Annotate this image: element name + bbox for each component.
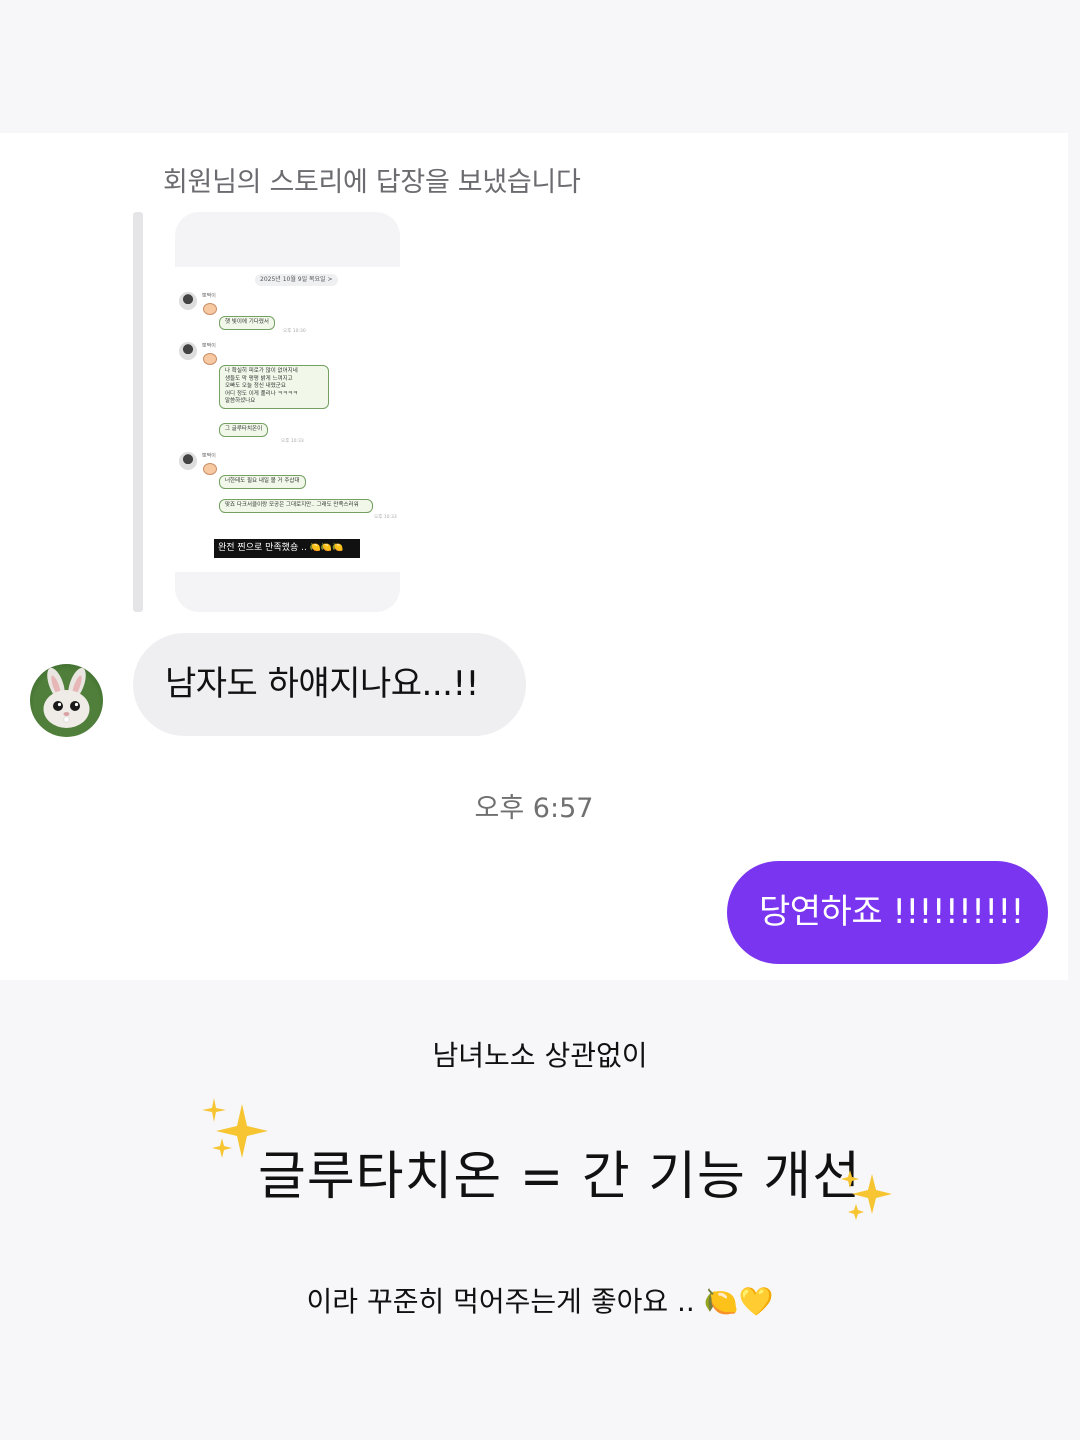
caption-line-1: 남녀노소 상관없이 <box>432 1039 648 1072</box>
quote-bar <box>133 212 143 612</box>
story-preview-card[interactable]: 2025년 10월 9일 목요일 > 뽀짝이 햇 빛이에 기다렸서 오후 10:… <box>175 212 400 612</box>
mini-time: 오후 10:33 <box>281 439 304 444</box>
story-date-chip: 2025년 10월 9일 목요일 > <box>255 274 338 286</box>
rabbit-avatar-icon[interactable] <box>30 664 103 737</box>
caption-line-3: 이라 꾸준히 먹어주는게 좋아요 .. 🍋💛 <box>306 1285 774 1318</box>
top-band <box>0 0 1080 133</box>
mini-sender-name: 뽀짝이 <box>202 293 216 299</box>
mini-sender-name: 뽀짝이 <box>202 453 216 459</box>
message-timestamp: 오후 6:57 <box>474 793 594 824</box>
mini-message: 나 확실히 피로가 많이 없어지네 생들도 막 펑펑 밝게 느껴지고 오빠도 오… <box>219 365 329 409</box>
chat-thread <box>0 133 1068 980</box>
mini-avatar <box>179 292 197 310</box>
mini-sender-name: 뽀짝이 <box>202 343 216 349</box>
sparkles-icon <box>841 1170 892 1220</box>
mini-time: 오후 10:33 <box>374 515 397 520</box>
sent-message-bubble[interactable]: 당연하죠 !!!!!!!!!! <box>727 861 1048 964</box>
mini-avatar <box>179 452 197 470</box>
mini-message: 너한테도 필요 내일 볼 거 주삽대 <box>219 475 306 489</box>
mini-message: 햇 빛이에 기다렸서 <box>219 316 275 330</box>
mini-sticker <box>203 353 217 365</box>
story-reply-note: 회원님의 스토리에 답장을 보냈습니다 <box>163 167 581 198</box>
mini-sticker <box>203 303 217 315</box>
mini-avatar <box>179 342 197 360</box>
mini-sticker <box>203 463 217 475</box>
mini-time: 오후 10:30 <box>283 329 306 334</box>
headline: 글루타치온 = 간 기능 개선 <box>258 1147 862 1207</box>
story-caption: 완전 찐으로 만족했숑 .. 🍋🍋🍋 <box>214 539 360 558</box>
mini-message: 맞죠 다크서클이랑 모공은 그대로지만.. 그래도 만족스러워 <box>219 499 373 513</box>
received-message-bubble[interactable]: 남자도 하얘지나요...!! <box>133 633 526 736</box>
mini-message: 그 글루타치온이 <box>219 423 269 437</box>
